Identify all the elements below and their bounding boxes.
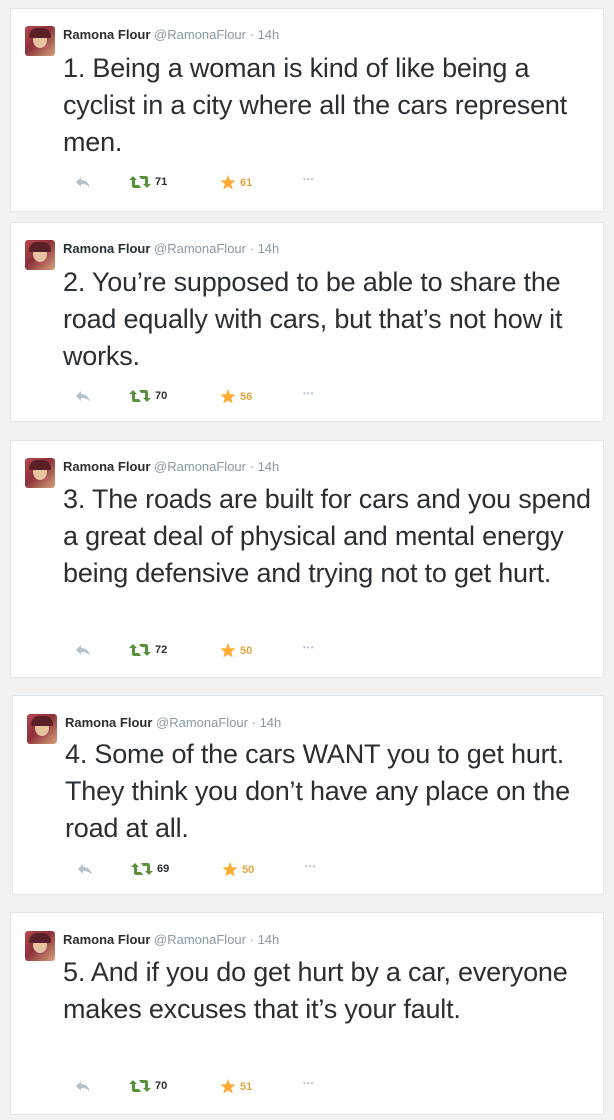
tweet-timestamp[interactable]: 14h bbox=[258, 241, 280, 256]
avatar[interactable] bbox=[25, 26, 55, 56]
retweet-icon bbox=[129, 390, 151, 402]
favorite-button[interactable]: 61 bbox=[220, 175, 252, 190]
avatar[interactable] bbox=[25, 931, 55, 961]
more-icon: ••• bbox=[305, 862, 317, 871]
tweet-actions: 70 56 ••• bbox=[63, 389, 363, 407]
tweet-text: 2. You’re supposed to be able to share t… bbox=[63, 267, 563, 371]
reply-button[interactable] bbox=[75, 175, 91, 189]
star-icon bbox=[220, 643, 236, 658]
reply-icon bbox=[76, 1081, 90, 1092]
tweet-text: 1. Being a woman is kind of like being a… bbox=[63, 53, 567, 157]
avatar[interactable] bbox=[27, 714, 57, 744]
retweet-button[interactable]: 69 bbox=[131, 862, 169, 876]
tweet-actions: 71 61 ••• bbox=[63, 175, 363, 193]
star-icon bbox=[222, 862, 238, 877]
tweet-timestamp[interactable]: 14h bbox=[260, 715, 282, 730]
tweet-text: 3. The roads are built for cars and you … bbox=[63, 484, 591, 588]
more-icon: ••• bbox=[303, 175, 315, 184]
tweet-header: Ramona Flour @RamonaFlour · 14h bbox=[63, 241, 279, 257]
favorite-button[interactable]: 51 bbox=[220, 1079, 252, 1094]
retweet-count: 71 bbox=[155, 176, 168, 188]
reply-icon bbox=[76, 177, 90, 188]
star-icon bbox=[220, 175, 236, 190]
author-handle[interactable]: @RamonaFlour bbox=[154, 241, 246, 256]
tweet-card[interactable]: Ramona Flour @RamonaFlour · 14h 2. You’r… bbox=[10, 222, 604, 422]
tweet-actions: 69 50 ••• bbox=[65, 862, 365, 880]
retweet-button[interactable]: 70 bbox=[129, 389, 167, 403]
author-handle[interactable]: @RamonaFlour bbox=[154, 932, 246, 947]
tweet-text: 4. Some of the cars WANT you to get hurt… bbox=[65, 739, 570, 843]
favorite-count: 51 bbox=[240, 1080, 253, 1093]
tweet-text: 5. And if you do get hurt by a car, ever… bbox=[63, 957, 568, 1024]
tweet-timestamp[interactable]: 14h bbox=[258, 932, 280, 947]
retweet-icon bbox=[129, 1080, 151, 1092]
favorite-count: 61 bbox=[240, 176, 253, 189]
tweet-header: Ramona Flour @RamonaFlour · 14h bbox=[63, 459, 279, 475]
author-name[interactable]: Ramona Flour bbox=[63, 27, 150, 42]
more-button[interactable]: ••• bbox=[305, 862, 316, 871]
retweet-button[interactable]: 70 bbox=[129, 1079, 167, 1093]
tweet-card[interactable]: Ramona Flour @RamonaFlour · 14h 3. The r… bbox=[10, 440, 604, 678]
star-icon bbox=[220, 1079, 236, 1094]
author-handle[interactable]: @RamonaFlour bbox=[156, 715, 248, 730]
star-icon bbox=[220, 389, 236, 404]
tweet-actions: 72 50 ••• bbox=[63, 643, 363, 661]
favorite-button[interactable]: 50 bbox=[220, 643, 252, 658]
retweet-button[interactable]: 71 bbox=[129, 175, 167, 189]
reply-icon bbox=[76, 645, 90, 656]
favorite-button[interactable]: 56 bbox=[220, 389, 252, 404]
retweet-count: 69 bbox=[157, 863, 170, 875]
retweet-count: 70 bbox=[155, 1080, 168, 1092]
favorite-button[interactable]: 50 bbox=[222, 862, 254, 877]
reply-button[interactable] bbox=[75, 1079, 91, 1093]
tweet-timestamp[interactable]: 14h bbox=[258, 459, 280, 474]
avatar[interactable] bbox=[25, 240, 55, 270]
retweet-count: 72 bbox=[155, 644, 168, 656]
tweet-header: Ramona Flour @RamonaFlour · 14h bbox=[63, 27, 279, 43]
tweet-card[interactable]: Ramona Flour @RamonaFlour · 14h 4. Some … bbox=[12, 695, 604, 895]
header-separator: · bbox=[251, 715, 256, 730]
header-separator: · bbox=[249, 241, 254, 256]
author-handle[interactable]: @RamonaFlour bbox=[154, 27, 246, 42]
tweet-timestamp[interactable]: 14h bbox=[258, 27, 280, 42]
reply-button[interactable] bbox=[75, 643, 91, 657]
tweet-card[interactable]: Ramona Flour @RamonaFlour · 14h 5. And i… bbox=[10, 912, 604, 1115]
more-button[interactable]: ••• bbox=[303, 1079, 314, 1088]
reply-button[interactable] bbox=[77, 862, 93, 876]
favorite-count: 50 bbox=[242, 863, 255, 876]
more-icon: ••• bbox=[303, 643, 315, 652]
tweet-header: Ramona Flour @RamonaFlour · 14h bbox=[65, 715, 281, 731]
header-separator: · bbox=[249, 27, 254, 42]
avatar[interactable] bbox=[25, 458, 55, 488]
tweet-header: Ramona Flour @RamonaFlour · 14h bbox=[63, 932, 279, 948]
header-separator: · bbox=[249, 932, 254, 947]
more-button[interactable]: ••• bbox=[303, 643, 314, 652]
more-icon: ••• bbox=[303, 389, 315, 398]
author-handle[interactable]: @RamonaFlour bbox=[154, 459, 246, 474]
favorite-count: 50 bbox=[240, 644, 253, 657]
retweet-icon bbox=[129, 644, 151, 656]
more-button[interactable]: ••• bbox=[303, 175, 314, 184]
reply-icon bbox=[76, 391, 90, 402]
header-separator: · bbox=[249, 459, 254, 474]
more-icon: ••• bbox=[303, 1079, 315, 1088]
tweet-card[interactable]: Ramona Flour @RamonaFlour · 14h 1. Being… bbox=[10, 8, 604, 212]
author-name[interactable]: Ramona Flour bbox=[63, 932, 150, 947]
reply-icon bbox=[78, 864, 92, 875]
retweet-icon bbox=[131, 863, 153, 875]
retweet-count: 70 bbox=[155, 390, 168, 402]
author-name[interactable]: Ramona Flour bbox=[63, 459, 150, 474]
retweet-button[interactable]: 72 bbox=[129, 643, 167, 657]
more-button[interactable]: ••• bbox=[303, 389, 314, 398]
tweet-actions: 70 51 ••• bbox=[63, 1079, 363, 1097]
favorite-count: 56 bbox=[240, 390, 253, 403]
author-name[interactable]: Ramona Flour bbox=[63, 241, 150, 256]
retweet-icon bbox=[129, 176, 151, 188]
author-name[interactable]: Ramona Flour bbox=[65, 715, 152, 730]
reply-button[interactable] bbox=[75, 389, 91, 403]
